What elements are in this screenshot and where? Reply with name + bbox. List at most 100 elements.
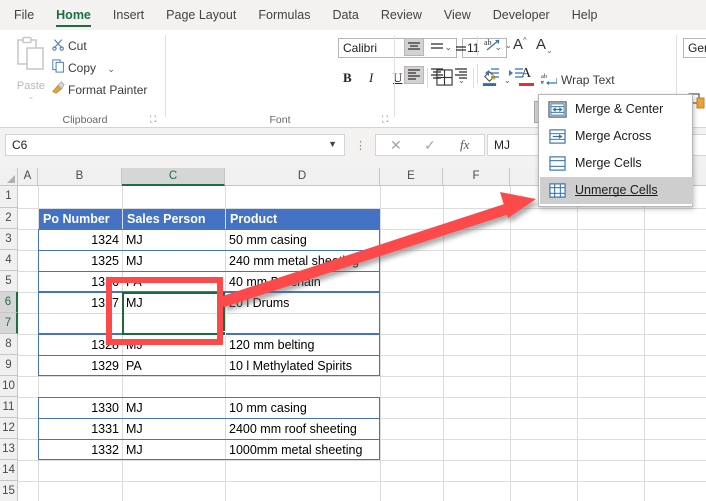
select-all-corner[interactable] — [0, 168, 18, 186]
row-header-13[interactable]: 13 — [0, 439, 18, 460]
cell-D6[interactable]: 20 l Drums — [226, 293, 380, 313]
align-bottom-button[interactable] — [452, 38, 472, 56]
row-header-3[interactable]: 3 — [0, 229, 18, 250]
align-middle-button[interactable] — [428, 38, 448, 56]
tab-review[interactable]: Review — [370, 0, 433, 30]
cell-C4[interactable]: MJ — [123, 251, 225, 271]
cell-D8[interactable]: 120 mm belting — [226, 335, 380, 355]
row-header-4[interactable]: 4 — [0, 250, 18, 271]
tab-data[interactable]: Data — [321, 0, 369, 30]
cell-D9[interactable]: 10 l Methylated Spirits — [226, 356, 380, 376]
menu-item-unmerge-cells[interactable]: Unmerge Cells — [540, 177, 693, 204]
tab-file[interactable]: File — [0, 0, 45, 30]
font-dialog-launcher[interactable]: ⛶ — [382, 114, 388, 125]
row-header-10[interactable]: 10 — [0, 376, 18, 397]
tab-insert[interactable]: Insert — [102, 0, 155, 30]
col-header-F[interactable]: F — [443, 168, 510, 186]
cell-C13[interactable]: MJ — [123, 440, 225, 460]
row-header-2[interactable]: 2 — [0, 208, 18, 229]
cell-B4[interactable]: 1325 — [38, 251, 122, 271]
wrap-text-label: Wrap Text — [561, 73, 615, 87]
row-header-1[interactable]: 1 — [0, 186, 18, 208]
cell-D5[interactable]: 40 mm BS chain — [226, 272, 380, 292]
row-header-14[interactable]: 14 — [0, 460, 18, 481]
cell-D11[interactable]: 10 mm casing — [226, 398, 380, 418]
row-header-9[interactable]: 9 — [0, 355, 18, 376]
format-painter-label: Format Painter — [68, 83, 147, 97]
tab-page-layout[interactable]: Page Layout — [155, 0, 247, 30]
col-header-C[interactable]: C — [122, 168, 225, 186]
formula-bar-controls: ✕ ✓ fx — [375, 134, 485, 156]
merge-dropdown-menu[interactable]: Merge & Center Merge Across — [538, 94, 693, 207]
cell-C9[interactable]: PA — [123, 356, 225, 376]
align-right-button[interactable] — [452, 66, 472, 84]
align-left-button[interactable] — [404, 66, 424, 84]
confirm-check-icon[interactable]: ✓ — [424, 137, 436, 154]
row-header-12[interactable]: 12 — [0, 418, 18, 439]
merge-cells-icon — [548, 155, 566, 171]
gridline — [443, 186, 444, 501]
chevron-down-icon[interactable]: ⌄ — [107, 64, 115, 74]
cell-C11[interactable]: MJ — [123, 398, 225, 418]
col-header-A[interactable]: A — [18, 168, 38, 186]
divider — [477, 36, 478, 56]
cell-B13[interactable]: 1332 — [38, 440, 122, 460]
ribbon-tab-bar: File Home Insert Page Layout Formulas Da… — [0, 0, 706, 30]
row-header-7[interactable]: 7 — [0, 313, 18, 334]
cell-B11[interactable]: 1330 — [38, 398, 122, 418]
cell-D4[interactable]: 240 mm metal sheeting — [226, 251, 380, 271]
row-header-6[interactable]: 6 — [0, 292, 18, 313]
copy-icon — [48, 59, 68, 80]
cell-D3[interactable]: 50 mm casing — [226, 230, 380, 250]
chevron-down-icon[interactable]: ⌄ — [505, 41, 512, 50]
row-header-8[interactable]: 8 — [0, 334, 18, 355]
cell-C3[interactable]: MJ — [123, 230, 225, 250]
cancel-icon[interactable]: ✕ — [390, 137, 402, 154]
row-header-5[interactable]: 5 — [0, 271, 18, 292]
number-format-dropdown[interactable]: Gen — [683, 38, 706, 58]
cell-D13[interactable]: 1000mm metal sheeting — [226, 440, 380, 460]
fx-icon[interactable]: fx — [460, 137, 469, 153]
clipboard-dialog-launcher[interactable]: ⛶ — [150, 114, 156, 125]
wrap-text-button[interactable]: ab c Wrap Text — [541, 72, 615, 89]
name-box[interactable]: C6 ▼ — [5, 134, 345, 156]
format-painter-button[interactable]: Format Painter — [48, 80, 147, 101]
clipboard-group-label: Clipboard — [30, 114, 140, 126]
unmerge-cells-icon — [548, 182, 566, 198]
decrease-indent-icon[interactable] — [484, 67, 500, 85]
tab-developer[interactable]: Developer — [482, 0, 561, 30]
align-center-button[interactable] — [428, 66, 448, 84]
divider — [477, 64, 478, 84]
increase-indent-icon[interactable] — [508, 67, 524, 85]
row-header-11[interactable]: 11 — [0, 397, 18, 418]
copy-button[interactable]: Copy ⌄ — [48, 58, 115, 79]
cell-C12[interactable]: MJ — [123, 419, 225, 439]
tab-formulas[interactable]: Formulas — [247, 0, 321, 30]
tab-view[interactable]: View — [433, 0, 482, 30]
gridline — [18, 460, 706, 461]
spreadsheet-grid[interactable]: A B C D E F G 1 2 3 4 5 6 7 8 9 10 11 12… — [0, 168, 706, 501]
table-header-po-number: Po Number — [39, 209, 122, 229]
tab-help[interactable]: Help — [561, 0, 609, 30]
cell-B9[interactable]: 1329 — [38, 356, 122, 376]
cell-B12[interactable]: 1331 — [38, 419, 122, 439]
gridline — [18, 376, 706, 377]
gridline — [577, 186, 578, 501]
col-header-D[interactable]: D — [225, 168, 380, 186]
italic-button[interactable]: I — [369, 70, 373, 86]
col-header-E[interactable]: E — [380, 168, 443, 186]
cell-D12[interactable]: 2400 mm roof sheeting — [226, 419, 380, 439]
menu-item-merge-and-center[interactable]: Merge & Center — [540, 96, 693, 123]
gridline — [380, 186, 381, 501]
bold-button[interactable]: B — [343, 70, 352, 86]
menu-item-merge-across[interactable]: Merge Across — [540, 123, 693, 150]
col-header-B[interactable]: B — [38, 168, 122, 186]
align-top-button[interactable] — [404, 38, 424, 56]
cell-B3[interactable]: 1324 — [38, 230, 122, 250]
row-header-15[interactable]: 15 — [0, 481, 18, 501]
tab-home[interactable]: Home — [45, 0, 102, 30]
chevron-down-icon[interactable]: ▼ — [328, 139, 337, 149]
cut-button[interactable]: Cut — [48, 36, 87, 57]
menu-item-merge-cells[interactable]: Merge Cells — [540, 150, 693, 177]
orientation-icon[interactable]: ab — [484, 36, 502, 59]
